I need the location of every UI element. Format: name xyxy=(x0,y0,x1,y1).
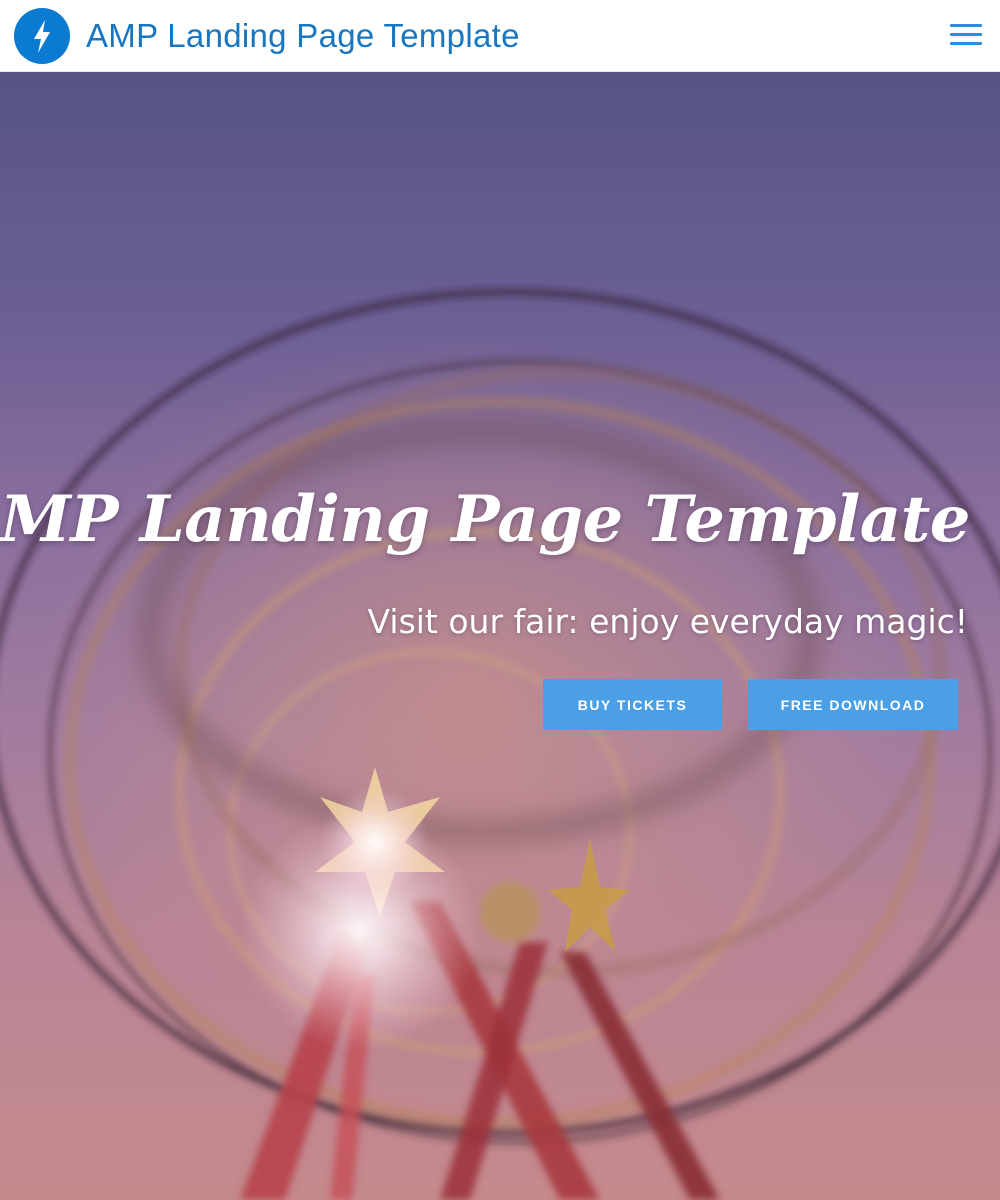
site-header: AMP Landing Page Template xyxy=(0,0,1000,72)
hamburger-menu-icon[interactable] xyxy=(950,24,982,48)
free-download-button[interactable]: FREE DOWNLOAD xyxy=(748,679,958,730)
hero-title: AMP Landing Page Template xyxy=(0,482,971,557)
hero-subtitle: Visit our fair: enjoy everyday magic! xyxy=(367,602,968,641)
buy-tickets-button[interactable]: BUY TICKETS xyxy=(543,679,722,730)
brand-link[interactable]: AMP Landing Page Template xyxy=(14,7,520,64)
hero-section: AMP Landing Page Template Visit our fair… xyxy=(0,72,1000,1200)
brand-title: AMP Landing Page Template xyxy=(86,16,520,54)
lightning-bolt-icon xyxy=(14,7,70,64)
landing-page: AMP Landing Page Template AMP Landing Pa… xyxy=(0,0,1000,1200)
